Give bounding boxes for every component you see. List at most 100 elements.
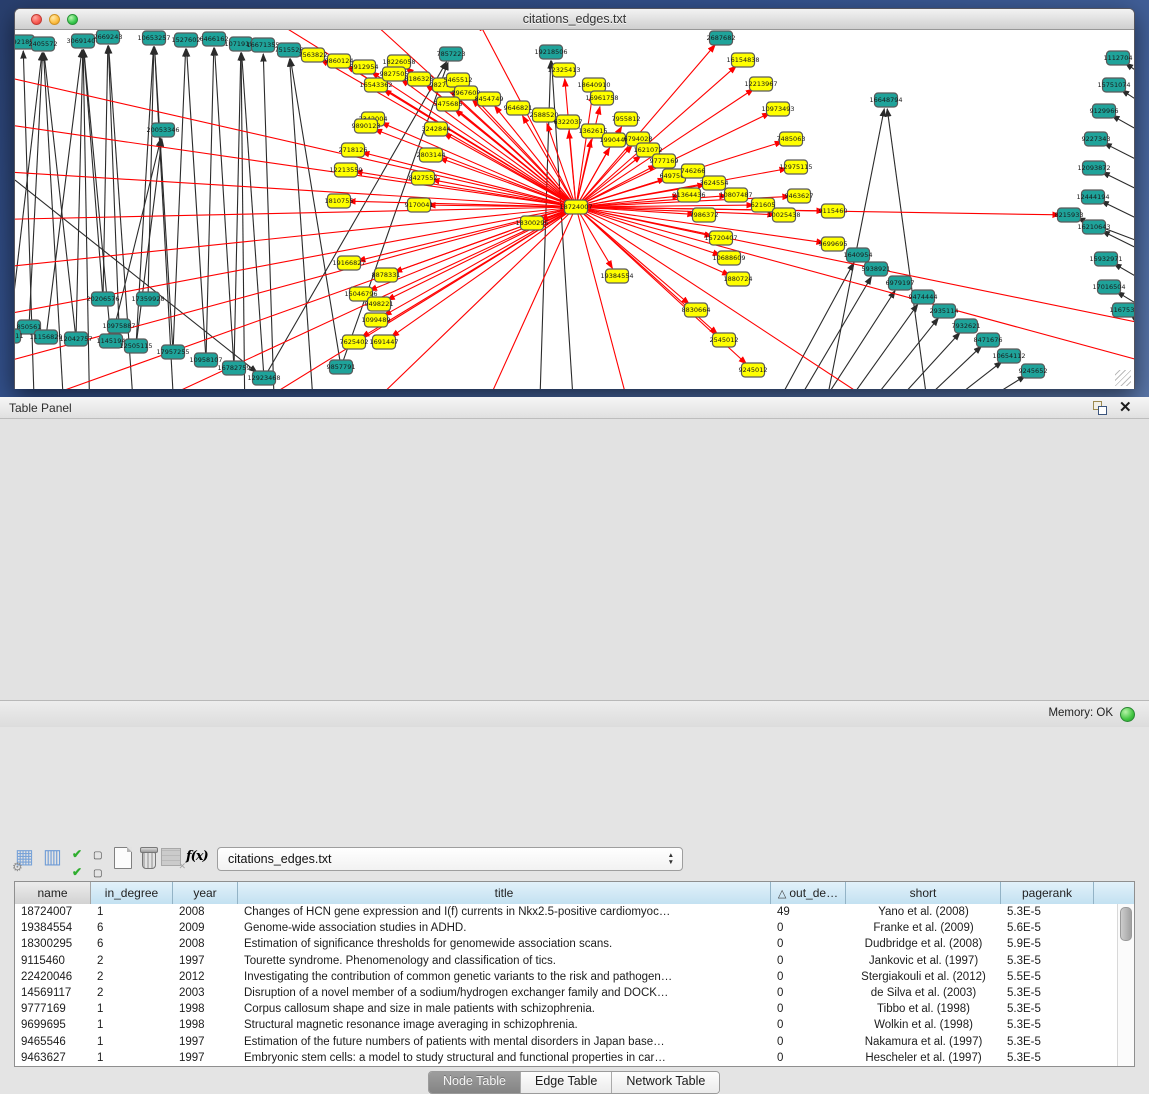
network-edge-directed[interactable] [263,54,275,389]
network-node-label: 5465512 [444,76,473,84]
delete-table-icon[interactable] [137,845,161,871]
column-header-pagerank[interactable]: pagerank [1001,882,1094,904]
desktop-background: citations_edges.txt 19218562405572306914… [0,0,1149,397]
table-row[interactable]: 946554611997Estimation of the future num… [15,1034,1118,1050]
network-edge-directed[interactable] [290,59,315,389]
network-edge-directed[interactable] [108,46,119,326]
status-bar: Memory: OK [0,700,1149,727]
table-mode-icon[interactable] [15,845,39,871]
network-edge-directed[interactable] [103,46,108,299]
new-table-icon[interactable] [114,847,132,869]
network-edge-directed[interactable] [206,48,214,360]
table-cell: 2008 [173,936,238,952]
network-edge-directed[interactable] [44,53,76,339]
network-edge-directed[interactable] [111,139,161,341]
network-edge-citation[interactable] [576,207,907,389]
network-edge-citation[interactable] [15,171,576,207]
network-node-label: 1880724 [724,275,753,283]
network-node-label: 9227343 [1082,135,1111,143]
network-edge-directed[interactable] [914,362,1002,389]
network-edge-directed[interactable] [887,109,931,389]
network-node-label: 9474444 [909,293,938,301]
table-row[interactable]: 1938455462009Genome-wide association stu… [15,920,1118,936]
table-selector-combobox[interactable]: citations_edges.txt [217,847,683,871]
tab-edge-table[interactable]: Edge Table [520,1072,611,1093]
table-scrollbar-thumb[interactable] [1120,907,1132,941]
unselect-all-icon[interactable] [93,845,107,871]
table-cell: 9777169 [15,1001,91,1017]
network-node-label: 6794028 [624,135,653,143]
network-node-label: 20053346 [146,126,179,134]
network-node-label: 10807487 [719,191,752,199]
network-edge-directed[interactable] [828,304,918,389]
network-node-label: 2687682 [707,34,736,42]
network-node-label: 10688609 [712,254,745,262]
tab-node-table[interactable]: Node Table [429,1072,520,1093]
network-edge-directed[interactable] [264,62,447,378]
table-cell: 9115460 [15,953,91,969]
column-header-short[interactable]: short [846,882,1001,904]
table-row[interactable]: 2242004622012Investigating the contribut… [15,969,1118,985]
network-edge-directed[interactable] [1122,90,1134,125]
tab-network-table[interactable]: Network Table [611,1072,719,1093]
network-node-label: 10973493 [761,105,794,113]
show-columns-icon[interactable] [43,845,67,871]
combo-stepper-icon [668,852,674,866]
network-edge-directed[interactable] [763,263,854,389]
network-node-label: 20206576 [86,295,119,303]
network-edge-directed[interactable] [136,139,162,346]
column-header-name[interactable]: name [15,882,91,904]
table-row[interactable]: 1872400712008Changes of HCN gene express… [15,904,1118,920]
column-header-out_de[interactable]: △out_de… [771,882,846,904]
network-edge-directed[interactable] [1101,201,1134,237]
float-panel-icon[interactable] [1093,401,1107,415]
canvas-resize-grip[interactable] [1115,370,1131,386]
network-edge-directed[interactable] [871,333,960,389]
network-edge-citation[interactable] [358,207,576,261]
table-row[interactable]: 1456911722003Disruption of a novel membe… [15,985,1118,1001]
network-edge-citation[interactable] [15,121,576,207]
table-row[interactable]: 911546021997Tourette syndrome. Phenomeno… [15,953,1118,969]
network-edge-directed[interactable] [241,53,245,389]
table-row[interactable]: 969969511998Structural magnetic resonanc… [15,1017,1118,1033]
network-node-label: 17957255 [156,348,189,356]
table-cell: 0 [771,936,846,952]
select-all-icon[interactable] [72,845,90,871]
zoom-window-button[interactable] [67,14,78,25]
network-edge-citation[interactable] [576,207,612,268]
network-edge-directed[interactable] [187,49,206,360]
delete-columns-icon[interactable] [160,845,184,871]
network-edge-directed[interactable] [242,53,264,378]
network-edge-directed[interactable] [341,62,448,367]
column-header-year[interactable]: year [173,882,238,904]
node-table: namein_degreeyeartitle△out_de…shortpager… [14,881,1135,1067]
network-edge-citation[interactable] [576,207,633,389]
column-header-title[interactable]: title [238,882,771,904]
minimize-window-button[interactable] [49,14,60,25]
function-builder-icon[interactable] [186,845,208,871]
network-edge-citation[interactable] [223,207,576,389]
network-node-label: 12093872 [1077,164,1110,172]
table-cell: 1997 [173,1034,238,1050]
close-panel-icon[interactable] [1119,398,1135,418]
network-edge-directed[interactable] [893,346,981,389]
table-row[interactable]: 946362711997Embryonic stem cells: a mode… [15,1050,1118,1066]
network-edge-directed[interactable] [1104,143,1134,179]
network-edge-directed[interactable] [234,53,241,368]
network-canvas[interactable]: 1921856240557230691406266924310653257152… [15,30,1134,389]
column-header-in_degree[interactable]: in_degree [91,882,173,904]
table-scrollbar[interactable] [1117,904,1134,1066]
window-titlebar[interactable]: citations_edges.txt [15,9,1134,30]
network-edge-directed[interactable] [215,48,234,368]
table-cell: 5.3E-5 [1001,953,1094,969]
network-edge-directed[interactable] [805,291,895,389]
network-edge-directed[interactable] [1112,115,1134,151]
table-row[interactable]: 1830029562008Estimation of significance … [15,936,1118,952]
network-edge-citation[interactable] [576,207,1134,368]
table-row[interactable]: 977716911998Corpus callosum shape and si… [15,1001,1118,1017]
close-window-button[interactable] [31,14,42,25]
network-edge-directed[interactable] [1102,172,1134,208]
network-node-label: 1640954 [844,251,873,259]
network-edge-directed[interactable] [15,53,42,336]
network-edge-directed[interactable] [849,318,938,389]
